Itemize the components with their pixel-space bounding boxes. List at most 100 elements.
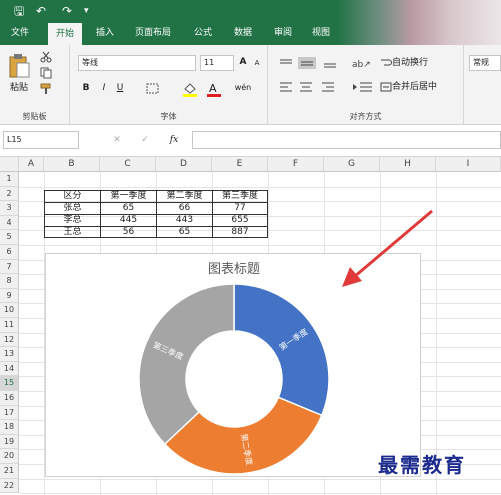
merge-center-button[interactable]: 合并后居中	[392, 80, 450, 94]
row-header-13[interactable]: 13	[0, 347, 19, 362]
table-cell[interactable]: 65	[101, 203, 156, 214]
formula-input[interactable]	[192, 131, 501, 149]
row-header-5[interactable]: 5	[0, 230, 19, 245]
row-header-16[interactable]: 16	[0, 391, 19, 406]
table-cell[interactable]: 65	[157, 227, 212, 238]
ribbon: 粘贴 剪贴板 等线 11 A A B I U A wén 字体 ab↗ 自动换行…	[0, 45, 501, 125]
tab-file[interactable]: 文件	[4, 22, 36, 45]
column-header-f[interactable]: F	[268, 157, 324, 172]
row-header-22[interactable]: 22	[0, 478, 19, 494]
row-header-20[interactable]: 20	[0, 449, 19, 464]
table-header-cell[interactable]: 第一季度	[101, 191, 156, 202]
vertical-align-icons[interactable]	[278, 57, 344, 69]
table-cell[interactable]: 887	[213, 227, 267, 238]
tab-formulas[interactable]: 公式	[186, 22, 220, 45]
column-header-a[interactable]: A	[19, 157, 44, 172]
name-box[interactable]: L15	[3, 131, 79, 149]
undo-icon[interactable]: ↶	[36, 3, 46, 19]
alignment-group-label: 对齐方式	[349, 112, 382, 121]
table-cell[interactable]: 王总	[45, 227, 100, 238]
row-header-17[interactable]: 17	[0, 405, 19, 421]
row-header-3[interactable]: 3	[0, 201, 19, 216]
row-header-4[interactable]: 4	[0, 215, 19, 231]
column-header-g[interactable]: G	[324, 157, 380, 172]
tab-data[interactable]: 数据	[226, 22, 260, 45]
orientation-icon[interactable]: ab↗	[352, 57, 376, 69]
table-header-cell[interactable]: 第二季度	[157, 191, 212, 202]
table-cell[interactable]: 655	[213, 215, 267, 226]
row-gridline	[19, 478, 501, 480]
table-cell[interactable]: 56	[101, 227, 156, 238]
insert-function-icon[interactable]: fx	[166, 133, 182, 147]
table-header-cell[interactable]: 区分	[45, 191, 100, 202]
column-header-c[interactable]: C	[100, 157, 156, 172]
row-header-14[interactable]: 14	[0, 361, 19, 377]
table-cell[interactable]: 66	[157, 203, 212, 214]
copy-icon[interactable]	[40, 67, 52, 79]
select-all-corner[interactable]	[0, 157, 19, 172]
format-painter-icon[interactable]	[40, 83, 52, 95]
row-header-6[interactable]: 6	[0, 245, 19, 260]
bold-button[interactable]: B	[80, 81, 92, 95]
fill-color-icon[interactable]	[182, 81, 198, 97]
tab-home[interactable]: 开始	[48, 22, 82, 45]
tab-page-layout[interactable]: 页面布局	[128, 22, 178, 45]
column-header-i[interactable]: I	[436, 157, 501, 172]
table-header-cell[interactable]: 第三季度	[213, 191, 267, 202]
paste-button[interactable]: 粘贴	[6, 81, 32, 95]
row-header-7[interactable]: 7	[0, 259, 19, 275]
row-header-11[interactable]: 11	[0, 318, 19, 333]
doughnut-slice-3[interactable]	[138, 283, 235, 446]
redo-icon[interactable]: ↷	[62, 3, 72, 19]
row-header-21[interactable]: 21	[0, 464, 19, 479]
table-cell[interactable]: 李总	[45, 215, 100, 226]
font-group-label: 字体	[160, 112, 177, 121]
row-header-10[interactable]: 10	[0, 303, 19, 318]
font-size-select[interactable]: 11	[200, 55, 234, 71]
row-header-12[interactable]: 12	[0, 332, 19, 348]
tab-view[interactable]: 视图	[304, 22, 338, 45]
cut-icon[interactable]	[40, 51, 52, 63]
wrap-text-icon	[381, 59, 392, 66]
customize-quick-access-icon[interactable]: ▾	[84, 3, 89, 19]
column-header-h[interactable]: H	[380, 157, 436, 172]
row-header-8[interactable]: 8	[0, 274, 19, 289]
font-name-select[interactable]: 等线	[78, 55, 196, 71]
number-format-select[interactable]: 常规	[469, 55, 501, 71]
merge-center-icon	[380, 82, 392, 92]
wrap-text-button[interactable]: 自动换行	[392, 56, 438, 70]
row-header-1[interactable]: 1	[0, 172, 19, 187]
row-header-19[interactable]: 19	[0, 434, 19, 450]
cancel-icon[interactable]: ✕	[110, 133, 124, 147]
column-header-d[interactable]: D	[156, 157, 212, 172]
shrink-font-icon[interactable]: A	[250, 56, 264, 70]
indent-icon[interactable]	[352, 81, 376, 93]
tab-insert[interactable]: 插入	[88, 22, 122, 45]
phonetic-button[interactable]: wén	[232, 81, 254, 95]
grow-font-icon[interactable]: A	[236, 55, 250, 69]
row-header-9[interactable]: 9	[0, 288, 19, 304]
font-color-icon[interactable]: A	[206, 81, 222, 97]
row-header-2[interactable]: 2	[0, 186, 19, 202]
italic-button[interactable]: I	[98, 81, 110, 95]
table-cell[interactable]: 443	[157, 215, 212, 226]
enter-icon[interactable]: ✓	[138, 133, 152, 147]
column-header-b[interactable]: B	[44, 157, 100, 172]
paste-icon[interactable]	[8, 53, 30, 79]
table-cell[interactable]: 张总	[45, 203, 100, 214]
table-cell[interactable]: 445	[101, 215, 156, 226]
annotation-arrow	[342, 209, 433, 287]
clipboard-group: 粘贴 剪贴板	[0, 45, 70, 125]
save-icon[interactable]: 🖫	[14, 3, 24, 19]
underline-button[interactable]: U	[114, 81, 126, 95]
column-header-e[interactable]: E	[212, 157, 268, 172]
row-header-15[interactable]: 15	[0, 376, 19, 391]
font-group: 等线 11 A A B I U A wén 字体	[70, 45, 268, 125]
svg-text:ab↗: ab↗	[352, 60, 371, 69]
tab-review[interactable]: 审阅	[266, 22, 300, 45]
table-cell[interactable]: 77	[213, 203, 267, 214]
horizontal-align-icons[interactable]	[278, 81, 344, 93]
borders-icon[interactable]	[146, 83, 160, 95]
chart-title[interactable]: 图表标题	[208, 262, 260, 277]
row-header-18[interactable]: 18	[0, 420, 19, 435]
